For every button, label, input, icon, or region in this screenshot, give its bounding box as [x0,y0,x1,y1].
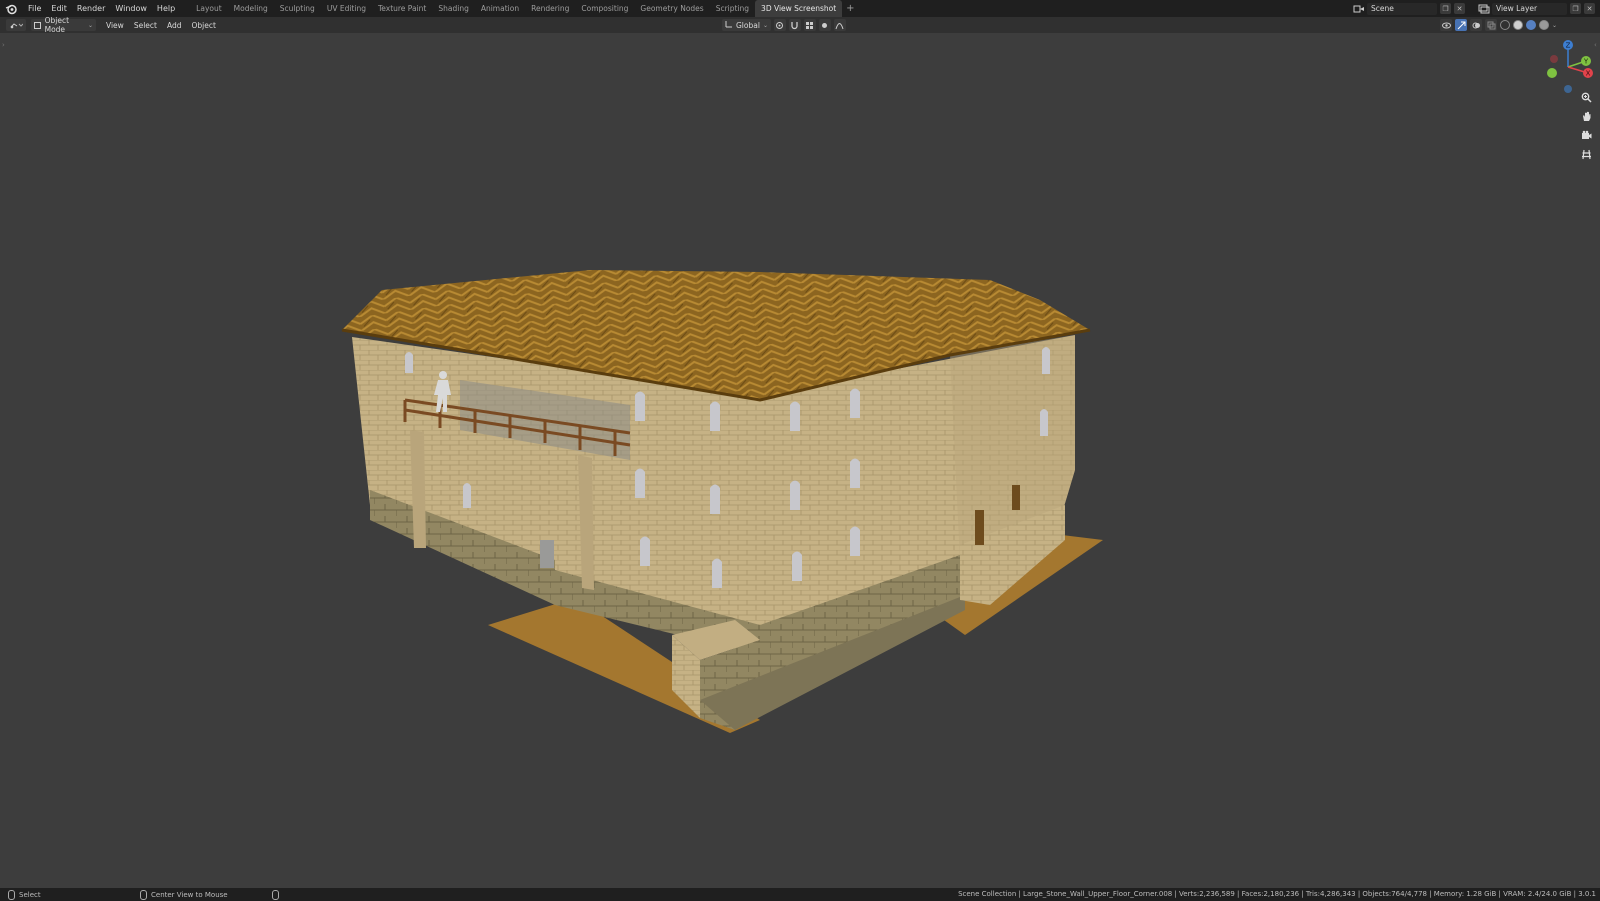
snap-target-icon[interactable] [803,19,816,31]
delete-view-layer-button[interactable]: ✕ [1584,3,1595,14]
tab-shading[interactable]: Shading [432,0,474,17]
menu-window[interactable]: Window [110,0,152,17]
tab-compositing[interactable]: Compositing [575,0,634,17]
grid-icon[interactable] [1578,146,1594,162]
xray-icon[interactable] [1485,19,1497,31]
view-layer-icon[interactable] [1478,3,1490,15]
status-bar: Select Center View to Mouse Scene Collec… [0,888,1600,901]
chevron-down-icon: ⌄ [87,21,93,29]
gizmo-neg-y [1547,68,1557,78]
navigation-gizmo[interactable]: Z Y X [1540,39,1596,95]
menu-file[interactable]: File [23,0,46,17]
gizmo-neg-x [1550,55,1558,63]
proportional-icon[interactable] [818,19,831,31]
solid-shading-icon[interactable] [1513,20,1523,30]
toolbar-expand-icon[interactable]: › [2,41,5,49]
mouse-icon [272,889,279,900]
gizmo-icon[interactable] [1455,19,1467,31]
tab-rendering[interactable]: Rendering [525,0,575,17]
object-mode-icon [34,21,41,29]
wireframe-shading-icon[interactable] [1500,20,1510,30]
rendered-shading-icon[interactable] [1539,20,1549,30]
tab-layout[interactable]: Layout [190,0,228,17]
tab-geometry-nodes[interactable]: Geometry Nodes [634,0,709,17]
camera-icon[interactable] [1578,127,1594,143]
overlay-icon[interactable] [1470,19,1482,31]
front-door [540,540,554,568]
object-mode-label: Object Mode [44,16,70,34]
blender-logo-icon[interactable] [5,3,17,15]
falloff-icon[interactable] [833,19,846,31]
tab-3d-view-screenshot[interactable]: 3D View Screenshot [755,0,843,17]
menu-edit[interactable]: Edit [46,0,72,17]
scene-render [341,270,1103,733]
new-view-layer-button[interactable]: ❐ [1570,3,1581,14]
view-layer-selector: View Layer ❐ ✕ [1478,2,1595,15]
tab-uv-editing[interactable]: UV Editing [321,0,372,17]
gizmo-z-label: Z [1566,42,1571,50]
zoom-icon[interactable] [1578,89,1594,105]
material-shading-icon[interactable] [1526,20,1536,30]
tab-scripting[interactable]: Scripting [710,0,755,17]
menu-view[interactable]: View [101,21,129,30]
scene-icon[interactable] [1353,3,1365,15]
sidebar-expand-icon[interactable]: ‹ [1594,41,1597,49]
hand-icon[interactable] [1578,108,1594,124]
object-mode-dropdown[interactable]: Object Mode ⌄ [31,16,96,34]
visibility-icon[interactable] [1440,19,1452,31]
viewport-header: Object Mode ⌄ View Select Add Object Glo… [0,16,1600,34]
mouse-icon [8,889,15,900]
tab-modeling[interactable]: Modeling [228,0,274,17]
add-workspace-button[interactable]: + [842,3,858,14]
menu-select[interactable]: Select [129,21,162,30]
status-select-label: Select [19,890,41,899]
tab-sculpting[interactable]: Sculpting [274,0,321,17]
workspace-tabs: Layout Modeling Sculpting UV Editing Tex… [190,0,858,17]
editor-type-icon[interactable] [6,19,26,31]
menu-add[interactable]: Add [162,21,187,30]
right-door-2 [1012,485,1020,510]
scene-statistics: Scene Collection | Large_Stone_Wall_Uppe… [958,890,1596,898]
right-door [975,510,984,545]
view-layer-name-field[interactable]: View Layer [1492,2,1567,15]
new-scene-button[interactable]: ❐ [1440,3,1451,14]
menu-help[interactable]: Help [152,0,180,17]
chevron-down-icon: ⌄ [762,21,768,29]
menu-render[interactable]: Render [72,0,110,17]
status-center-view: Center View to Mouse [140,889,228,900]
transform-tools: Global ⌄ [722,19,846,31]
status-rotate [272,889,279,900]
orientation-icon [725,20,733,30]
viewport-menus: View Select Add Object [101,21,221,30]
gizmo-x-label: X [1586,70,1591,78]
mouse-icon [140,889,147,900]
pivot-icon[interactable] [773,19,786,31]
snap-icon[interactable] [788,19,801,31]
menu-object[interactable]: Object [186,21,220,30]
scene-selector: Scene ❐ ✕ [1353,2,1465,15]
gizmo-y-label: Y [1583,58,1589,66]
status-center-view-label: Center View to Mouse [151,890,228,899]
delete-scene-button[interactable]: ✕ [1454,3,1465,14]
scene-name-field[interactable]: Scene [1367,2,1437,15]
viewport-display-tools: ⌄ [1440,19,1557,31]
top-bar: File Edit Render Window Help Layout Mode… [0,0,1600,17]
status-select: Select [8,889,41,900]
tab-texture-paint[interactable]: Texture Paint [372,0,432,17]
tab-animation[interactable]: Animation [475,0,525,17]
shading-options-icon[interactable]: ⌄ [1552,22,1557,29]
orientation-label: Global [736,20,760,30]
gizmo-neg-z [1564,85,1572,93]
3d-viewport[interactable]: Z Y X › ‹ [0,33,1600,888]
orientation-dropdown[interactable]: Global ⌄ [722,19,771,31]
